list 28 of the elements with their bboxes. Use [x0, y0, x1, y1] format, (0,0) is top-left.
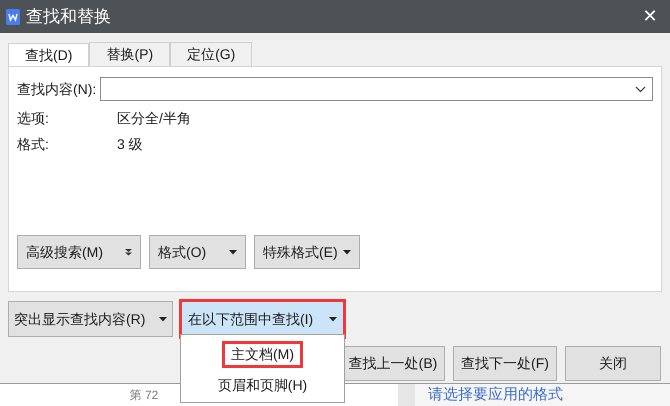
dropdown-button[interactable]: 高级搜索(M) — [17, 235, 141, 269]
tab[interactable]: 替换(P) — [89, 42, 170, 66]
menu-item[interactable]: 主文档(M) — [222, 341, 303, 368]
highlight-button[interactable]: 突出显示查找内容(R) — [8, 301, 173, 337]
find-field[interactable] — [100, 77, 653, 101]
dropdown-button[interactable]: 特殊格式(E) — [254, 235, 360, 269]
action-button[interactable]: 查找下一处(F) — [453, 346, 557, 381]
window-title: 查找和替换 — [26, 6, 111, 28]
document-icon — [6, 8, 20, 24]
option-label: 格式: — [17, 134, 50, 154]
caret-icon — [159, 316, 167, 322]
caret-icon — [343, 250, 351, 254]
caret-icon — [329, 316, 337, 322]
hint-text: 请选择要应用的格式 — [428, 386, 563, 402]
caret-icon — [229, 250, 237, 254]
page-number-text: 第 72 — [130, 386, 158, 404]
option-value: 3 级 — [117, 134, 143, 154]
close-button[interactable]: ✕ — [636, 2, 664, 30]
tab[interactable]: 定位(G) — [170, 42, 252, 66]
dropdown-button[interactable]: 格式(O) — [149, 235, 246, 269]
field-label: 查找内容(N): — [17, 80, 96, 99]
action-button[interactable]: 关闭 — [565, 346, 661, 381]
menu-item[interactable]: 页眉和页脚(H) — [208, 372, 316, 399]
tab[interactable]: 查找(D) — [8, 43, 90, 67]
chevron-down-icon — [635, 86, 646, 92]
option-label: 选项: — [17, 108, 50, 128]
double-caret-icon — [125, 248, 132, 256]
option-value: 区分全/半角 — [117, 108, 191, 128]
